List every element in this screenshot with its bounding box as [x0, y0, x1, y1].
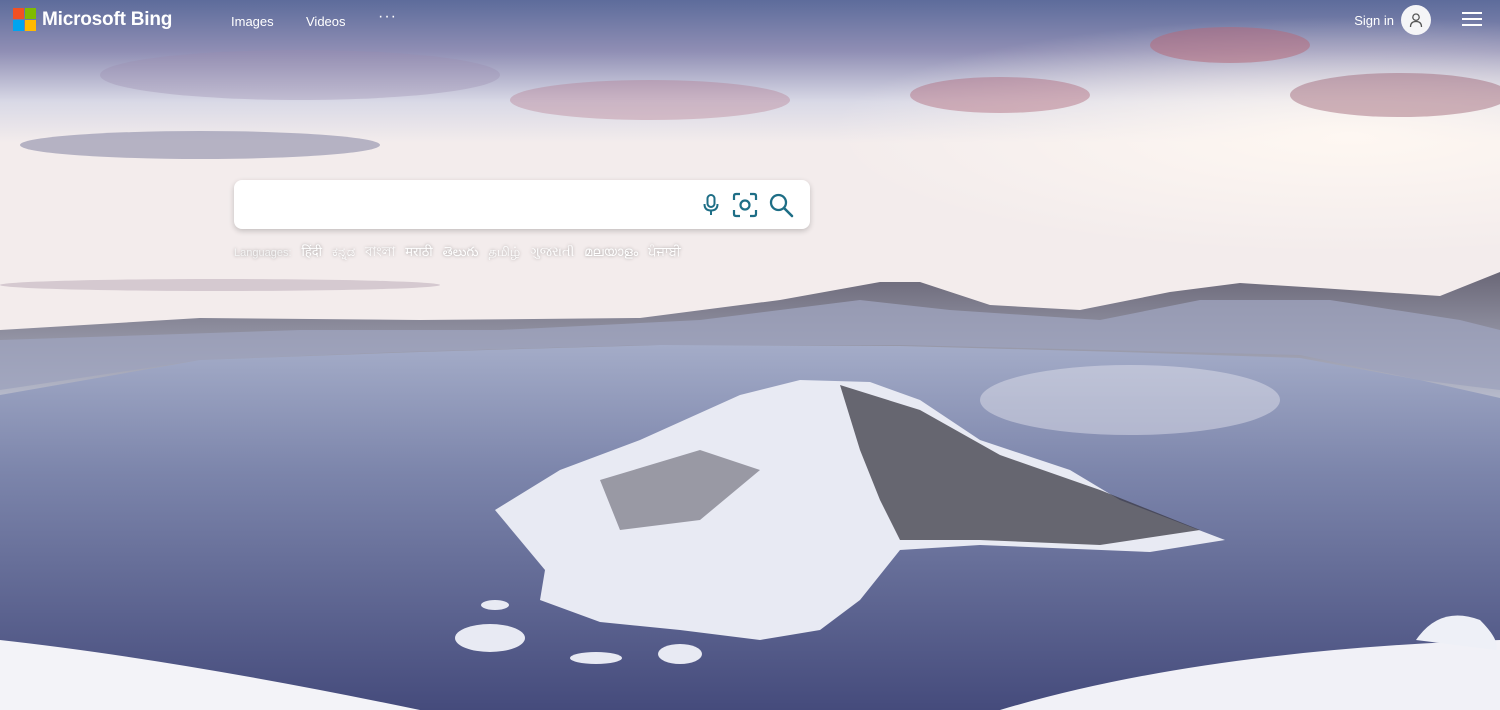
logo-text: Microsoft Bing — [42, 8, 173, 30]
hamburger-line — [1462, 12, 1482, 14]
logo-square-blue — [13, 20, 24, 31]
language-link-hindi[interactable]: हिंदी — [302, 242, 323, 260]
search-icon[interactable] — [768, 192, 794, 218]
hamburger-menu-icon[interactable] — [1462, 12, 1482, 26]
microphone-icon[interactable] — [698, 192, 724, 218]
language-link-telugu[interactable]: తెలుగు — [443, 244, 479, 263]
header: Microsoft Bing Images Videos ··· Sign in — [0, 0, 1500, 44]
language-link-marathi[interactable]: मराठी — [405, 242, 432, 260]
language-link-kannada[interactable]: ಕನ್ನಡ — [332, 244, 355, 260]
language-link-malayalam[interactable]: മലയാളം — [584, 244, 638, 260]
hamburger-line — [1462, 18, 1482, 20]
user-icon — [1401, 5, 1431, 35]
languages-label: Languages: — [234, 247, 292, 259]
background-image — [0, 0, 1500, 710]
languages-bar: Languages: हिंदी ಕನ್ನಡ বাংলা मराठी తెలుగ… — [234, 242, 691, 264]
search-box — [234, 180, 810, 229]
sign-in-button[interactable]: Sign in — [1354, 5, 1431, 35]
visual-search-icon[interactable] — [732, 192, 758, 218]
hamburger-line — [1462, 24, 1482, 26]
logo-square-green — [25, 8, 36, 19]
sign-in-label: Sign in — [1354, 12, 1394, 28]
language-link-bengali[interactable]: বাংলা — [365, 243, 395, 264]
nav-images-link[interactable]: Images — [231, 14, 274, 29]
nav-videos-link[interactable]: Videos — [306, 14, 346, 29]
language-link-gujarati[interactable]: ગુજરાતી — [530, 244, 574, 260]
search-input[interactable] — [248, 188, 692, 223]
microsoft-logo-icon — [13, 8, 36, 31]
language-link-tamil[interactable]: தமிழ் — [489, 244, 521, 261]
logo-square-yellow — [25, 20, 36, 31]
language-link-punjabi[interactable]: ਪੰਜਾਬੀ — [648, 244, 681, 260]
logo-square-red — [13, 8, 24, 19]
bing-logo[interactable]: Microsoft Bing — [13, 8, 172, 31]
more-options-button[interactable]: ··· — [378, 8, 397, 26]
